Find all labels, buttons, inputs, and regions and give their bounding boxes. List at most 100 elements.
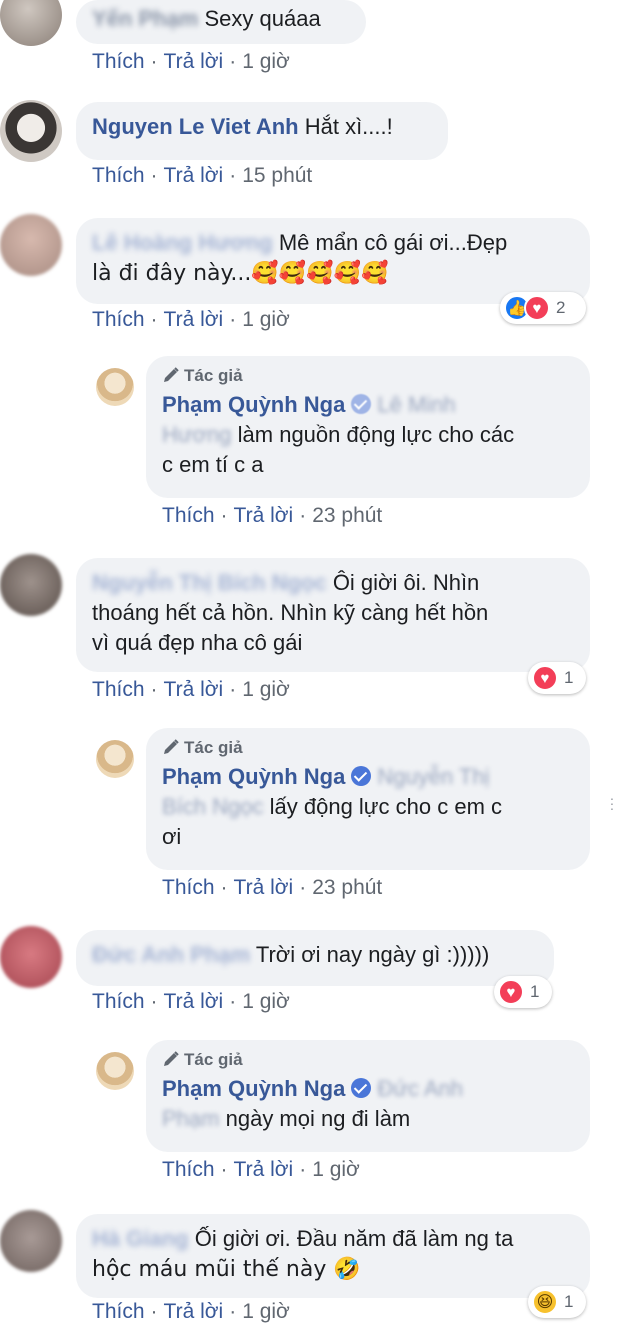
timestamp[interactable]: 1 giờ xyxy=(242,308,290,331)
comment-text-line: hộc máu mũi thế này 🤣 xyxy=(92,1257,361,1282)
comment-author[interactable]: Lê Hoàng Hương xyxy=(92,230,273,255)
timestamp[interactable]: 23 phút xyxy=(312,504,382,527)
avatar[interactable] xyxy=(0,214,62,276)
comment-bubble: Yến Phạm Sexy quáaa xyxy=(76,0,366,44)
comment-text: Hắt xì....! xyxy=(304,114,393,139)
reply-link[interactable]: Trả lời xyxy=(234,876,294,899)
reaction-count: 1 xyxy=(564,1292,574,1311)
reactions-summary[interactable]: 👍 ♥ 2 xyxy=(500,292,586,324)
reply-bubble: Tác giả Phạm Quỳnh Nga Đức Anh Phạm ngày … xyxy=(146,1040,590,1152)
reply-link[interactable]: Trả lời xyxy=(164,164,224,187)
like-link[interactable]: Thích xyxy=(92,990,145,1013)
comment-bubble: Nguyễn Thị Bích Ngọc Ôi giời ôi. Nhìn th… xyxy=(76,558,590,672)
comment-bubble: Lê Hoàng Hương Mê mẩn cô gái ơi...Đẹp là… xyxy=(76,218,590,304)
pencil-icon xyxy=(164,739,179,754)
reply-bubble: Tác giả Phạm Quỳnh Nga Nguyễn Thị Bích Ng… xyxy=(146,728,590,870)
reaction-count: 2 xyxy=(556,298,566,317)
comment-text: Sexy quáaa xyxy=(204,6,321,31)
mention-tag[interactable]: Hương xyxy=(162,422,232,447)
comment-actions: Thích · Trả lời · 1 giờ xyxy=(92,308,290,331)
reactions-summary[interactable]: ♥ 1 xyxy=(494,976,552,1008)
timestamp[interactable]: 1 giờ xyxy=(312,1158,360,1181)
avatar[interactable] xyxy=(96,368,134,406)
comment-author[interactable]: Đức Anh Phạm xyxy=(92,942,250,967)
comment-bubble: Hà Giang Ối giời ơi. Đầu năm đã làm ng t… xyxy=(76,1214,590,1298)
reply-link[interactable]: Trả lời xyxy=(164,50,224,73)
like-link[interactable]: Thích xyxy=(162,876,215,899)
mention-tag[interactable]: Lê Minh xyxy=(377,392,455,417)
avatar[interactable] xyxy=(0,926,62,988)
comment-actions: Thích · Trả lời · 1 giờ xyxy=(92,678,290,701)
like-link[interactable]: Thích xyxy=(92,164,145,187)
comment-text-line: là đi đây này...🥰🥰🥰🥰🥰 xyxy=(92,261,389,286)
comment-text-line: ơi xyxy=(162,824,182,849)
avatar[interactable] xyxy=(0,554,62,616)
avatar[interactable] xyxy=(96,740,134,778)
like-link[interactable]: Thích xyxy=(162,1158,215,1181)
like-link[interactable]: Thích xyxy=(92,50,145,73)
verified-badge-icon xyxy=(351,394,372,414)
comment-text-line: thoáng hết cả hồn. Nhìn kỹ càng hết hồn xyxy=(92,600,489,625)
mention-tag[interactable]: Phạm xyxy=(162,1106,219,1131)
love-reaction-icon: ♥ xyxy=(532,665,558,691)
more-options-icon[interactable]: · · · xyxy=(606,791,618,816)
comment-author[interactable]: Nguyen Le Viet Anh xyxy=(92,114,299,139)
timestamp[interactable]: 1 giờ xyxy=(242,50,290,73)
timestamp[interactable]: 15 phút xyxy=(242,164,312,187)
love-reaction-icon: ♥ xyxy=(498,979,524,1005)
comment-author[interactable]: Phạm Quỳnh Nga xyxy=(162,1076,345,1101)
reply-link[interactable]: Trả lời xyxy=(234,504,294,527)
comment-actions: Thích · Trả lời · 23 phút xyxy=(162,504,383,527)
mention-tag[interactable]: Nguyễn Thị xyxy=(377,764,489,789)
timestamp[interactable]: 23 phút xyxy=(312,876,382,899)
reply-link[interactable]: Trả lời xyxy=(164,308,224,331)
reply-link[interactable]: Trả lời xyxy=(164,678,224,701)
pencil-icon xyxy=(164,367,179,382)
like-link[interactable]: Thích xyxy=(92,1300,145,1323)
comment-actions: Thích · Trả lời · 1 giờ xyxy=(92,990,290,1013)
reply-link[interactable]: Trả lời xyxy=(234,1158,294,1181)
comment-text: Ối giời ơi. Đầu năm đã làm ng ta xyxy=(194,1226,514,1251)
like-link[interactable]: Thích xyxy=(92,678,145,701)
comment-text: làm nguồn động lực cho các xyxy=(237,422,515,447)
comment-author[interactable]: Phạm Quỳnh Nga xyxy=(162,764,345,789)
verified-badge-icon xyxy=(351,766,372,786)
timestamp[interactable]: 1 giờ xyxy=(242,678,290,701)
avatar[interactable] xyxy=(0,0,62,46)
avatar[interactable] xyxy=(96,1052,134,1090)
avatar[interactable] xyxy=(0,1210,62,1272)
comment-actions: Thích · Trả lời · 23 phút xyxy=(162,876,383,899)
mention-tag[interactable]: Đức Anh xyxy=(377,1076,463,1101)
reactions-summary[interactable]: ♥ 1 xyxy=(528,662,586,694)
reactions-summary[interactable]: 😆 1 xyxy=(528,1286,586,1318)
comment-text: Mê mẩn cô gái ơi...Đẹp xyxy=(278,230,508,255)
verified-badge-icon xyxy=(351,1078,372,1098)
comment-author[interactable]: Yến Phạm xyxy=(92,6,198,31)
reply-link[interactable]: Trả lời xyxy=(164,1300,224,1323)
mention-tag[interactable]: Bích Ngọc xyxy=(162,794,264,819)
comment-text: Trời ơi nay ngày gì :))))) xyxy=(255,942,490,967)
avatar[interactable] xyxy=(0,100,62,162)
author-badge: Tác giả xyxy=(162,364,574,388)
comment-actions: Thích · Trả lời · 1 giờ xyxy=(162,1158,360,1181)
comment-bubble: Đức Anh Phạm Trời ơi nay ngày gì :))))) xyxy=(76,930,554,986)
author-badge: Tác giả xyxy=(162,736,574,760)
haha-reaction-icon: 😆 xyxy=(532,1289,558,1315)
author-badge: Tác giả xyxy=(162,1048,574,1072)
comment-actions: Thích · Trả lời · 1 giờ xyxy=(92,1300,290,1323)
like-link[interactable]: Thích xyxy=(92,308,145,331)
reply-link[interactable]: Trả lời xyxy=(164,990,224,1013)
reaction-count: 1 xyxy=(530,982,540,1001)
pencil-icon xyxy=(164,1051,179,1066)
comment-text: Ôi giời ôi. Nhìn xyxy=(332,570,480,595)
comment-author[interactable]: Phạm Quỳnh Nga xyxy=(162,392,345,417)
timestamp[interactable]: 1 giờ xyxy=(242,990,290,1013)
like-link[interactable]: Thích xyxy=(162,504,215,527)
comment-author[interactable]: Hà Giang xyxy=(92,1226,189,1251)
comment-actions: Thích · Trả lời · 1 giờ xyxy=(92,50,290,73)
love-reaction-icon: ♥ xyxy=(524,295,550,321)
comment-author[interactable]: Nguyễn Thị Bích Ngọc xyxy=(92,570,327,595)
comment-text: ngày mọi ng đi làm xyxy=(225,1106,411,1131)
comment-bubble: Nguyen Le Viet Anh Hắt xì....! xyxy=(76,102,448,160)
timestamp[interactable]: 1 giờ xyxy=(242,1300,290,1323)
